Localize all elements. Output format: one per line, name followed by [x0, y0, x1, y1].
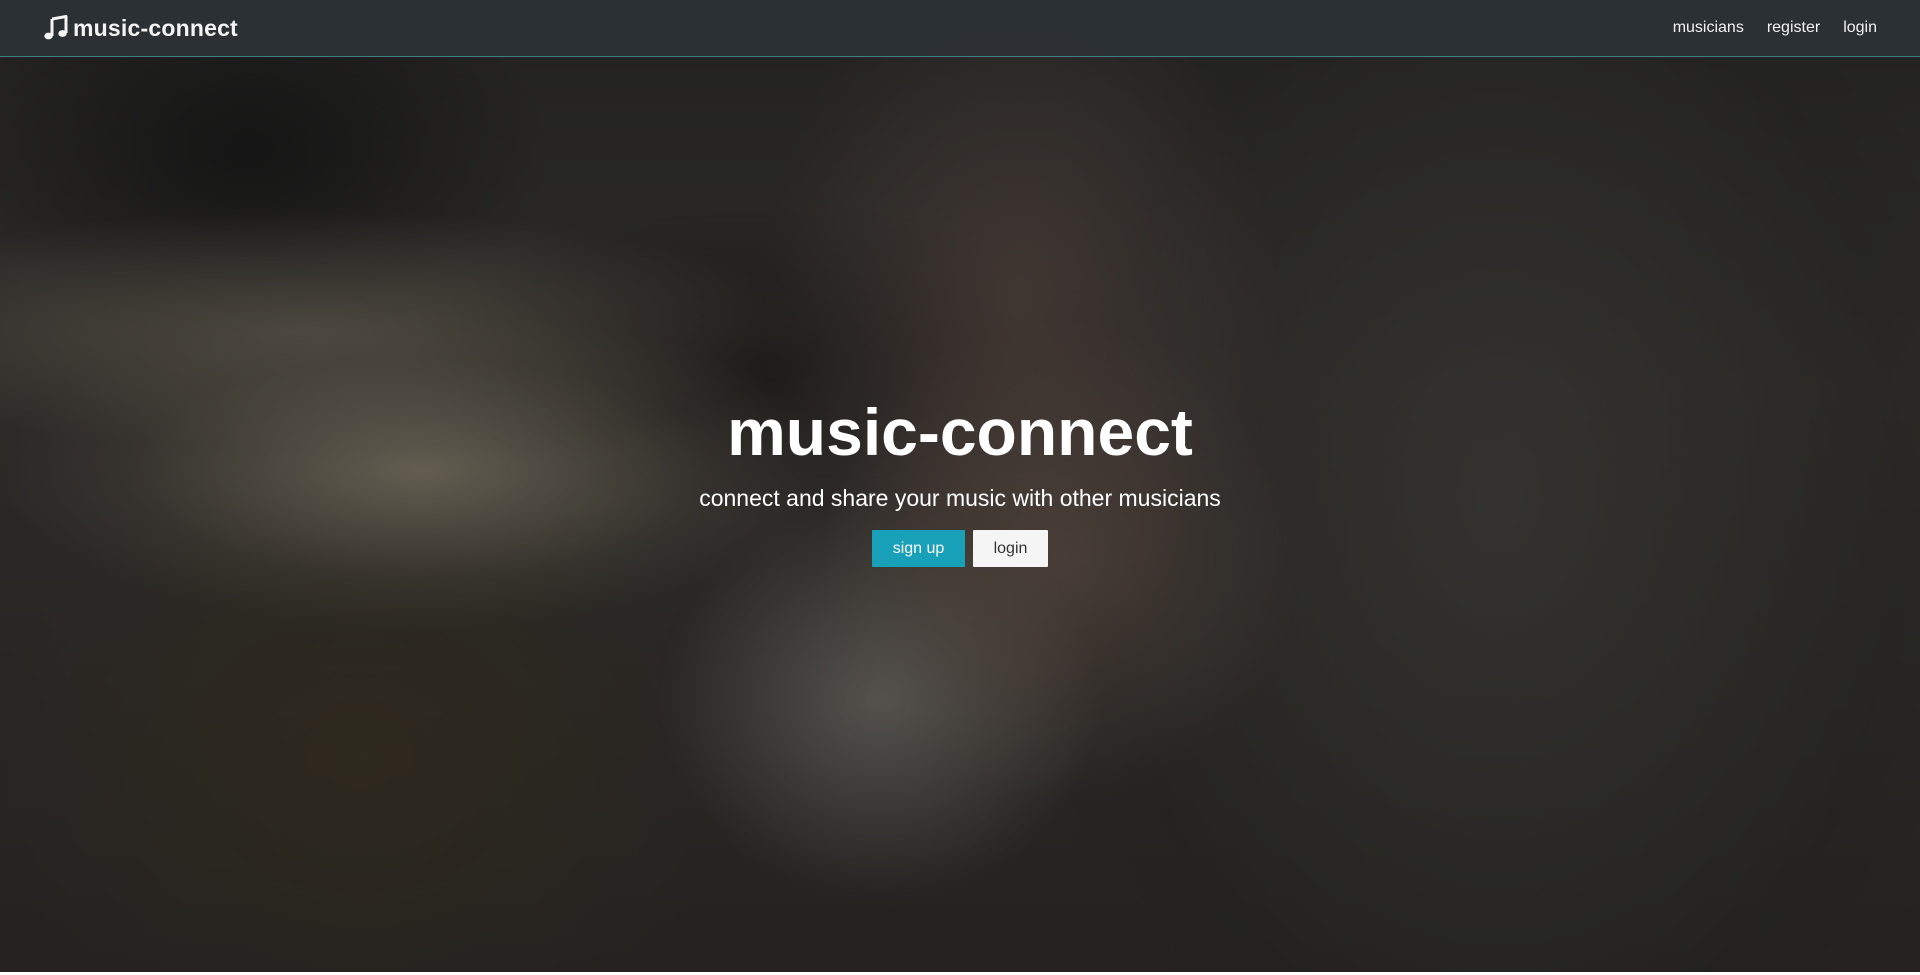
nav-links: musicians register login	[1650, 0, 1877, 56]
hero-content: music-connect connect and share your mus…	[0, 393, 1920, 567]
hero-title: music-connect	[727, 395, 1193, 469]
nav-link-register[interactable]: register	[1767, 19, 1820, 37]
nav-link-musicians[interactable]: musicians	[1673, 19, 1744, 37]
brand-link[interactable]: music-connect	[43, 12, 238, 44]
sign-up-button[interactable]: sign up	[872, 530, 965, 567]
login-button[interactable]: login	[973, 530, 1048, 567]
landing-page: music-connect connect and share your mus…	[0, 0, 1920, 975]
music-note-icon	[43, 15, 69, 41]
top-navbar: music-connect musicians register login	[0, 0, 1920, 57]
hero-section: music-connect connect and share your mus…	[0, 0, 1920, 972]
hero-subtitle: connect and share your music with other …	[699, 485, 1221, 511]
hero-buttons: sign up login	[0, 530, 1920, 567]
brand-name: music-connect	[73, 14, 238, 41]
nav-link-login[interactable]: login	[1843, 19, 1877, 37]
